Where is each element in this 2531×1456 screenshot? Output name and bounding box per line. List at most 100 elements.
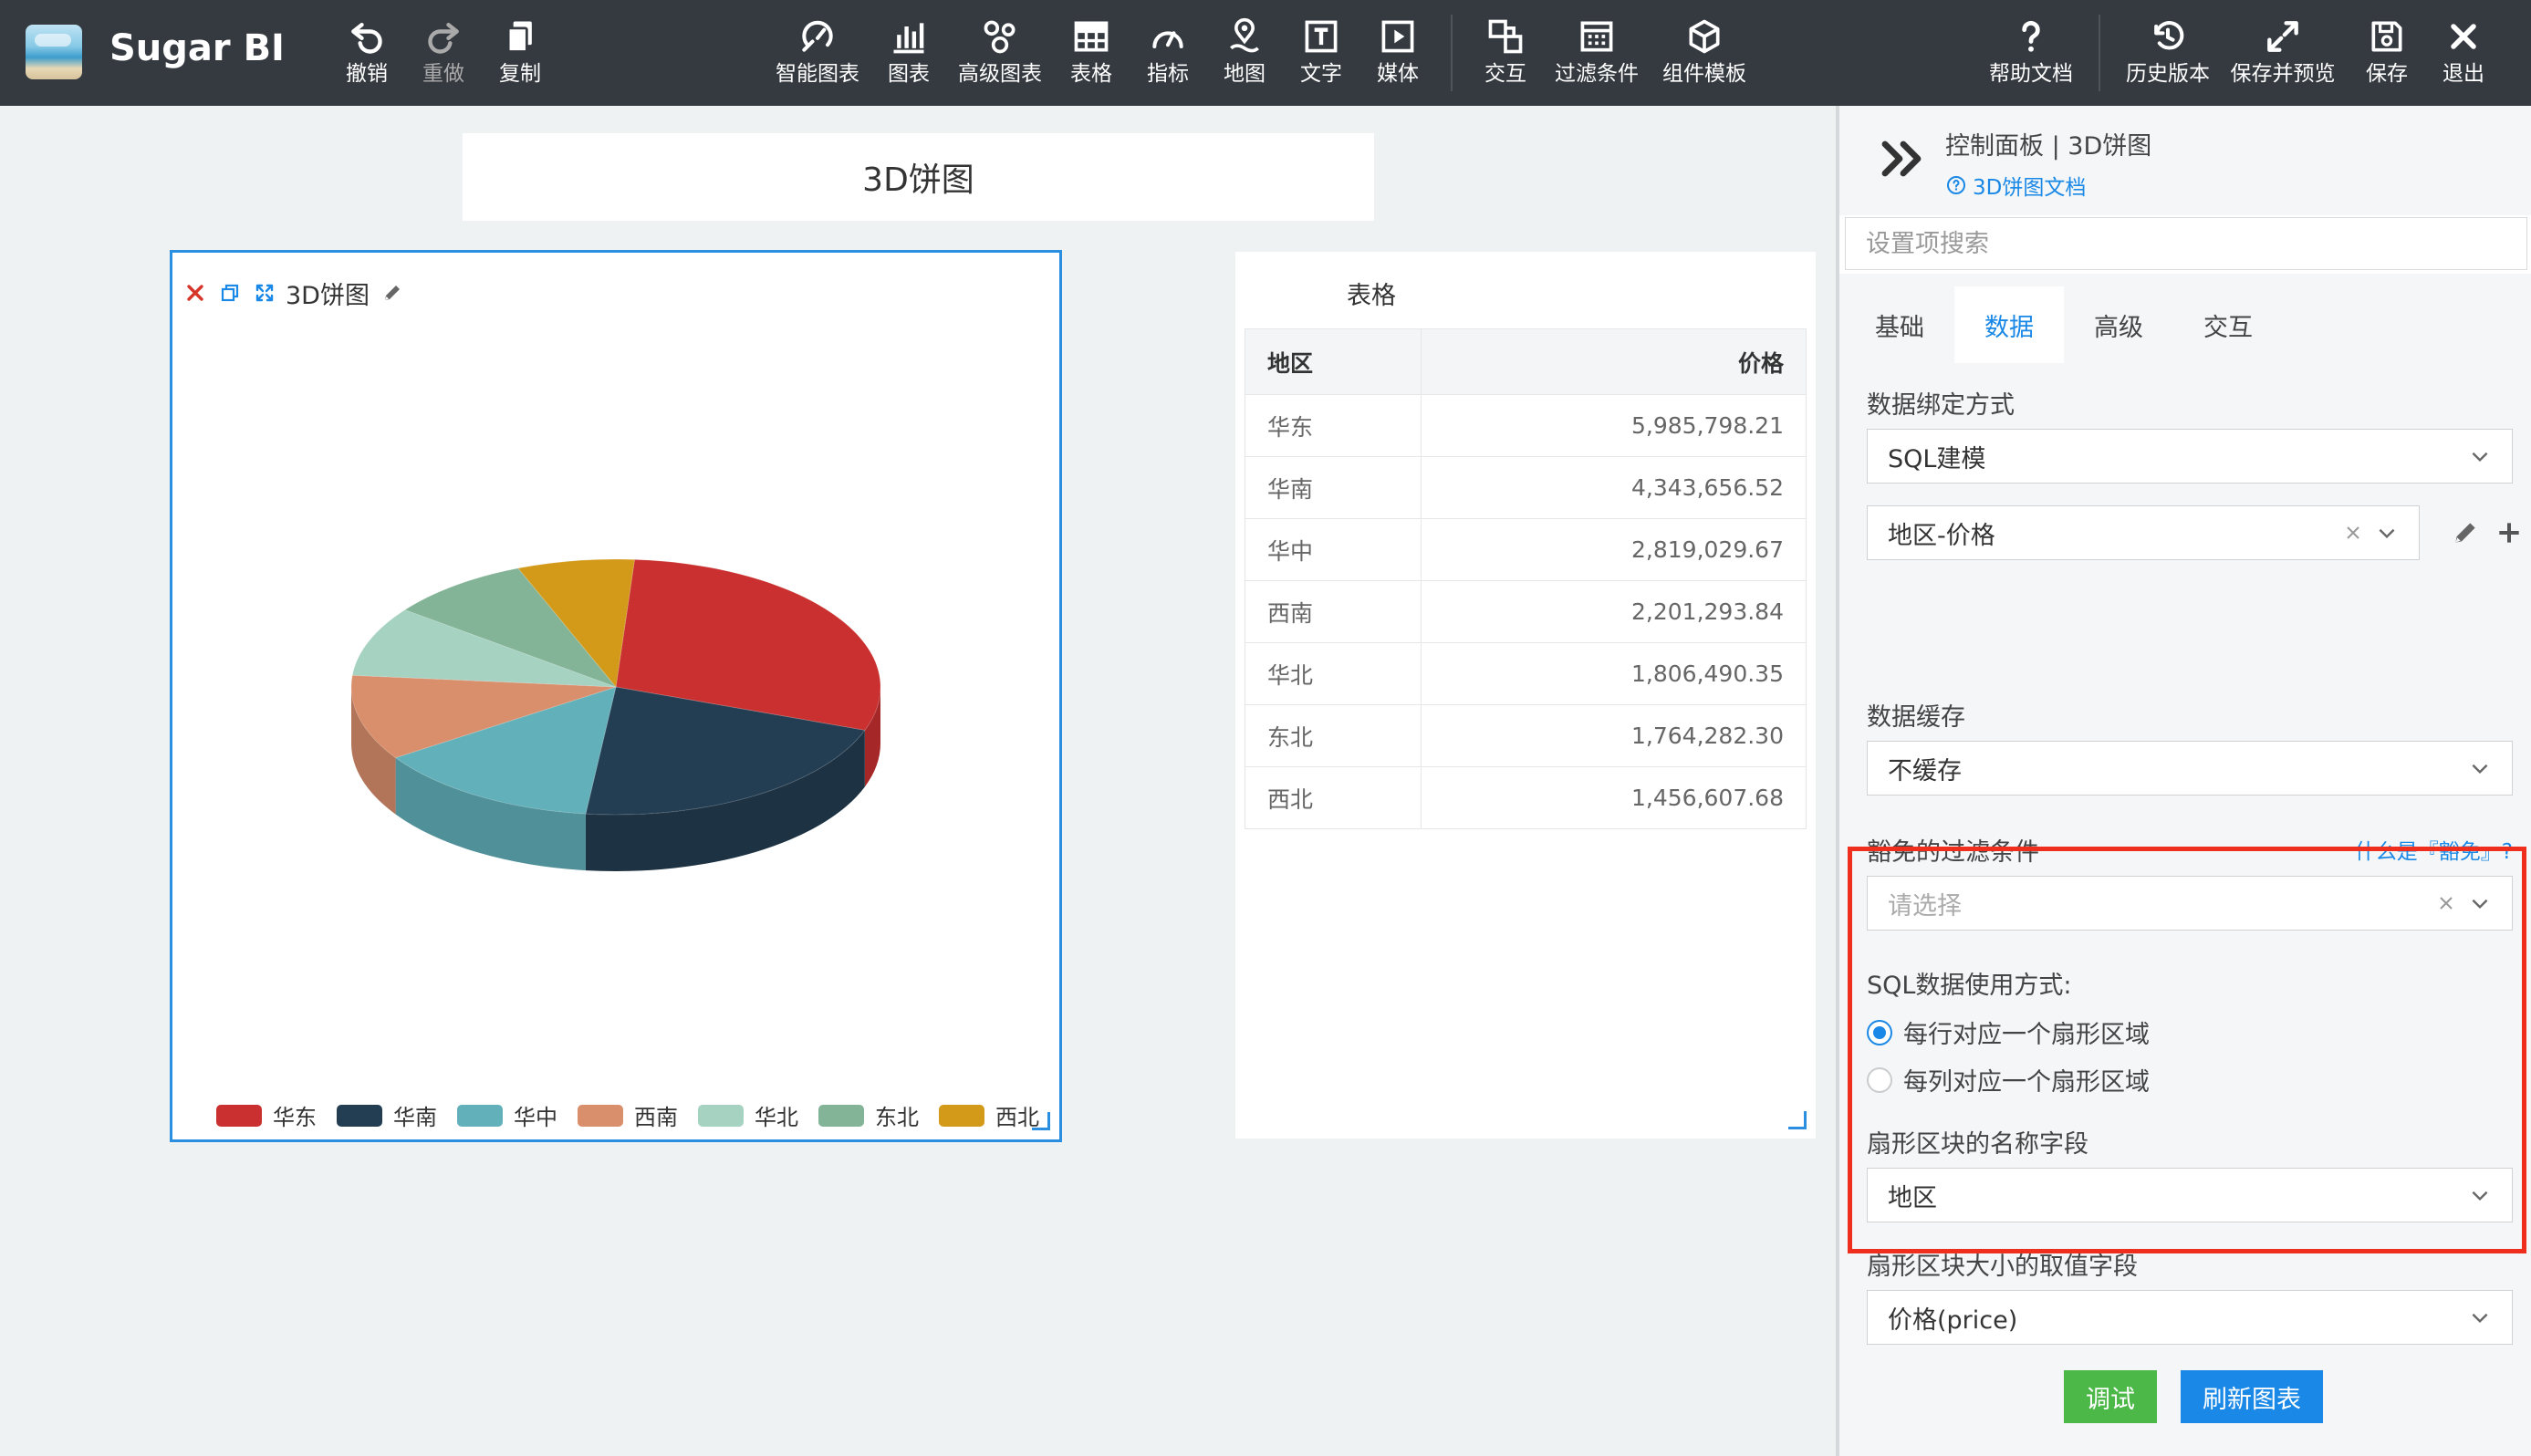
resize-handle[interactable] — [1032, 1112, 1050, 1130]
control-panel: 控制面板 | 3D饼图 3D饼图文档 基础 数据 高级 交互 数据绑定方式 SQ… — [1836, 106, 2531, 1456]
pie-chart-card[interactable]: 3D饼图 华东 华南 华中 西南 华北 东北 西北 — [170, 250, 1062, 1142]
binding-mode-select[interactable]: SQL建模 — [1867, 429, 2513, 484]
exit-button[interactable]: 退出 — [2436, 16, 2491, 99]
undo-button[interactable]: 撤销 — [339, 16, 394, 99]
table-cell: 西北 — [1244, 766, 1422, 829]
filter-button[interactable]: 过滤条件 — [1551, 16, 1642, 99]
save-preview-button[interactable]: 保存并预览 — [2228, 16, 2338, 99]
save-button[interactable]: 保存 — [2359, 16, 2414, 99]
legend-label: 西南 — [634, 1105, 678, 1130]
edit-model-icon[interactable] — [2451, 518, 2480, 547]
legend-swatch — [939, 1104, 984, 1127]
table-cell: 5,985,798.21 — [1421, 394, 1807, 457]
table-row: 华北 1,806,490.35 — [1244, 642, 1807, 705]
table-row: 西北 1,456,607.68 — [1244, 766, 1807, 829]
collapse-panel-icon[interactable] — [1880, 139, 1927, 179]
value-field-select[interactable]: 价格(price) — [1867, 1290, 2513, 1345]
legend-swatch — [698, 1104, 744, 1127]
legend-label: 东北 — [875, 1105, 919, 1130]
chart-doc-link[interactable]: 3D饼图文档 — [1945, 170, 2086, 201]
table-cell: 1,456,607.68 — [1421, 766, 1807, 829]
legend-item[interactable]: 华南 — [337, 1099, 437, 1131]
refresh-chart-button[interactable]: 刷新图表 — [2181, 1370, 2323, 1423]
chevron-down-icon — [2472, 1313, 2488, 1324]
table-icon — [1066, 16, 1117, 60]
table-row: 华东 5,985,798.21 — [1244, 394, 1807, 457]
legend-label: 华中 — [514, 1105, 557, 1130]
question-icon — [1985, 16, 2077, 60]
legend-item[interactable]: 华中 — [457, 1099, 557, 1131]
chart-legend: 华东 华南 华中 西南 华北 东北 西北 — [216, 1099, 1059, 1131]
smart-chart-button[interactable]: 智能图表 — [772, 16, 863, 99]
clear-icon[interactable] — [2342, 522, 2364, 544]
panel-tabs: 基础 数据 高级 交互 — [1845, 286, 2283, 363]
table-cell: 西南 — [1244, 580, 1422, 643]
legend-label: 华东 — [273, 1105, 317, 1130]
redo-icon — [416, 16, 471, 60]
legend-item[interactable]: 华北 — [698, 1099, 798, 1131]
legend-swatch — [216, 1104, 262, 1127]
history-button[interactable]: 历史版本 — [2122, 16, 2213, 99]
indicator-button[interactable]: 指标 — [1142, 16, 1193, 99]
interaction-button[interactable]: 交互 — [1478, 16, 1533, 99]
legend-swatch — [818, 1104, 864, 1127]
help-button[interactable]: 帮助文档 — [1985, 16, 2077, 99]
tab-interaction[interactable]: 交互 — [2173, 286, 2283, 363]
debug-button[interactable]: 调试 — [2064, 1370, 2157, 1423]
table-cell: 华东 — [1244, 394, 1422, 457]
copy-icon — [493, 16, 547, 60]
legend-label: 华北 — [755, 1105, 798, 1130]
legend-swatch — [578, 1104, 623, 1127]
table-row: 华南 4,343,656.52 — [1244, 456, 1807, 519]
table-card-title: 表格 — [1347, 282, 1396, 310]
table-card[interactable]: 表格 地区 价格 华东 5,985,798.21 华南 4,343,656.52 华… — [1235, 252, 1816, 1139]
table-cell: 东北 — [1244, 704, 1422, 767]
cache-label: 数据缓存 — [1867, 703, 1965, 732]
redo-button[interactable]: 重做 — [416, 16, 471, 99]
legend-item[interactable]: 西南 — [578, 1099, 678, 1131]
add-model-icon[interactable] — [2495, 518, 2524, 547]
table-row: 西南 2,201,293.84 — [1244, 580, 1807, 643]
text-icon — [1296, 16, 1347, 60]
legend-item[interactable]: 西北 — [939, 1099, 1039, 1131]
table-cell: 1,806,490.35 — [1421, 642, 1807, 705]
table-cell: 2,819,029.67 — [1421, 518, 1807, 581]
tab-advanced[interactable]: 高级 — [2064, 286, 2173, 363]
dashboard-title[interactable]: 3D饼图 — [463, 133, 1374, 221]
component-template-button[interactable]: 组件模板 — [1659, 16, 1750, 99]
smart-chart-icon — [772, 16, 863, 60]
dashboard-title-text: 3D饼图 — [862, 161, 974, 199]
table-row: 东北 1,764,282.30 — [1244, 704, 1807, 767]
cache-select[interactable]: 不缓存 — [1867, 741, 2513, 796]
chart-button[interactable]: 图表 — [883, 16, 934, 99]
bar-chart-icon — [883, 16, 934, 60]
save-icon — [2359, 16, 2414, 60]
text-button[interactable]: 文字 — [1296, 16, 1347, 99]
settings-search-input[interactable] — [1845, 217, 2527, 270]
column-header-price[interactable]: 价格 — [1421, 328, 1807, 395]
table-cell: 华南 — [1244, 456, 1422, 519]
advanced-chart-button[interactable]: 高级图表 — [954, 16, 1046, 99]
table-cell: 华北 — [1244, 642, 1422, 705]
media-button[interactable]: 媒体 — [1372, 16, 1423, 99]
legend-item[interactable]: 东北 — [818, 1099, 919, 1131]
toolbar-divider — [1451, 15, 1453, 91]
copy-button[interactable]: 复制 — [493, 16, 547, 99]
tab-data[interactable]: 数据 — [1954, 286, 2064, 363]
legend-item[interactable]: 华东 — [216, 1099, 317, 1131]
model-select[interactable]: 地区-价格 — [1867, 505, 2420, 560]
table-header-row: 地区 价格 — [1244, 328, 1807, 395]
cube-icon — [1659, 16, 1750, 60]
table-button[interactable]: 表格 — [1066, 16, 1117, 99]
resize-handle[interactable] — [1788, 1111, 1807, 1129]
app-name: Sugar BI — [109, 27, 285, 69]
close-icon — [2436, 16, 2491, 60]
column-header-region[interactable]: 地区 — [1244, 328, 1422, 395]
map-button[interactable]: 地图 — [1219, 16, 1270, 99]
map-pin-icon — [1219, 16, 1270, 60]
play-icon — [1372, 16, 1423, 60]
top-toolbar: Sugar BI 撤销 重做 复制 智能图表 图表 高级图表 表格 指标 地图 … — [0, 0, 2531, 106]
tab-basic[interactable]: 基础 — [1845, 286, 1954, 363]
interaction-icon — [1478, 16, 1533, 60]
binding-mode-label: 数据绑定方式 — [1867, 391, 2015, 420]
